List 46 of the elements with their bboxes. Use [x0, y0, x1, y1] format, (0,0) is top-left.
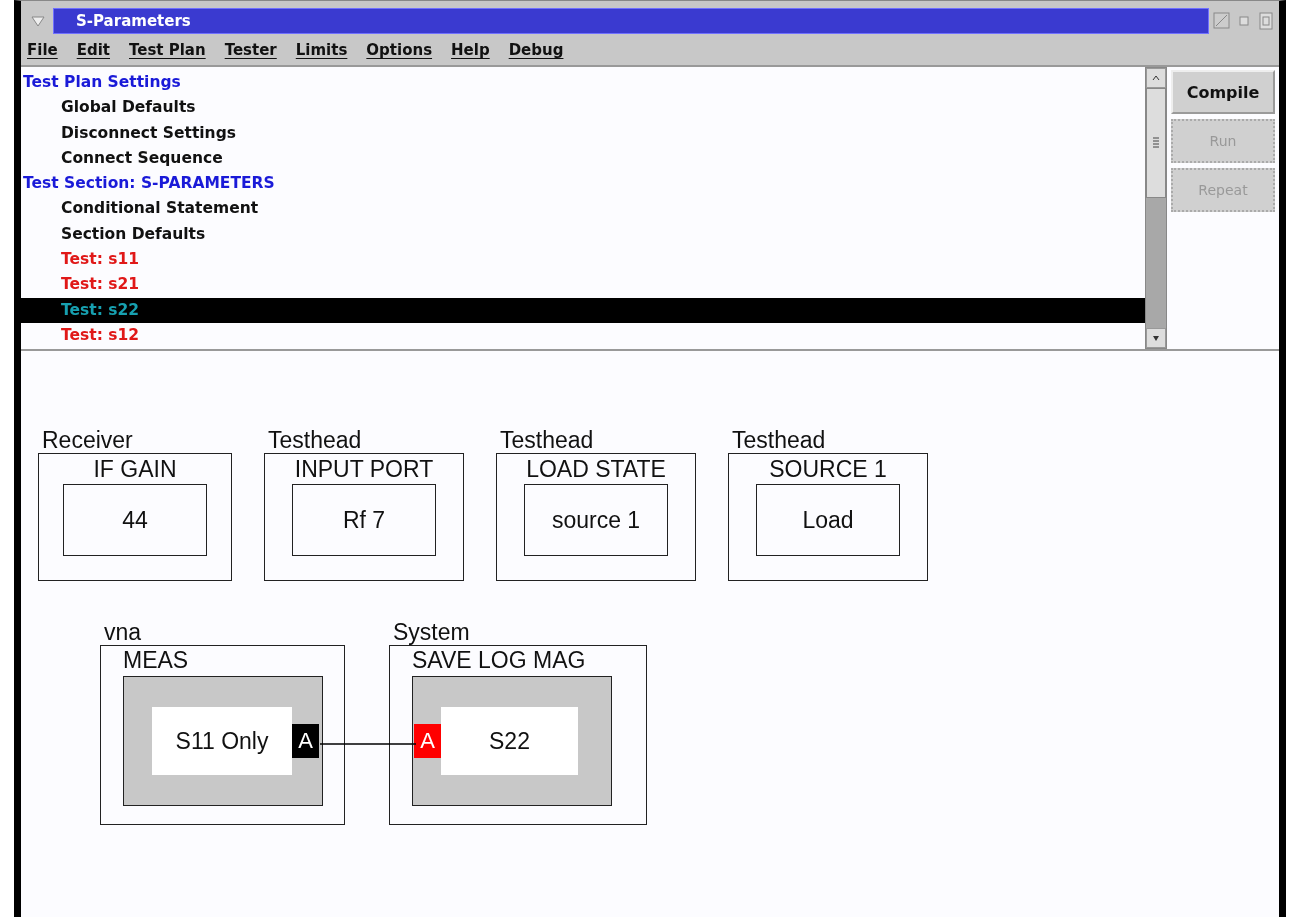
tree-item[interactable]: Test: s11	[21, 247, 1145, 273]
tree-item[interactable]: Test: s22	[21, 297, 1145, 323]
tree-item[interactable]: Section Defaults	[21, 221, 1145, 248]
block-category: Testhead	[267, 427, 363, 453]
tree-item[interactable]: Test Plan Settings	[21, 70, 1145, 96]
value-field[interactable]: S22	[441, 707, 578, 775]
block-name: IF GAIN	[93, 455, 177, 484]
maximize-icon[interactable]	[1257, 11, 1275, 31]
menu-item[interactable]: Test Plan	[129, 41, 206, 59]
tree-item[interactable]: Disconnect Settings	[21, 120, 1145, 146]
tree-item[interactable]: Global Defaults	[21, 95, 1145, 121]
menu-item[interactable]: Debug	[508, 41, 564, 59]
block-category: Receiver	[41, 427, 134, 453]
block-name: INPUT PORT	[294, 455, 434, 484]
block-category: vna	[103, 619, 143, 645]
menu-item[interactable]: Help	[451, 41, 490, 59]
block-name: SOURCE 1	[769, 455, 887, 484]
scroll-up-icon[interactable]	[1146, 68, 1166, 88]
block-category: Testhead	[499, 427, 595, 453]
value-field[interactable]: Rf 7	[292, 484, 436, 556]
block-category: Testhead	[731, 427, 827, 453]
tree-item[interactable]: Conditional Statement	[21, 196, 1145, 222]
block-category: System	[392, 619, 471, 645]
port[interactable]: A	[292, 724, 319, 758]
tree-item[interactable]: Test: s12	[21, 322, 1145, 349]
scroll-down-icon[interactable]	[1146, 328, 1166, 348]
menu-item[interactable]: Tester	[224, 41, 277, 59]
resize-icon[interactable]	[1213, 11, 1231, 31]
block-name: MEAS	[123, 646, 189, 674]
block-name: SAVE LOG MAG	[412, 646, 586, 674]
menu-item[interactable]: Edit	[76, 41, 110, 59]
tree-item[interactable]: Test Section: S-PARAMETERS	[21, 171, 1145, 197]
menu-item[interactable]: File	[27, 41, 58, 59]
value-field[interactable]: Load	[756, 484, 900, 556]
menu-item[interactable]: Options	[366, 41, 433, 59]
value-field[interactable]: source 1	[524, 484, 668, 556]
action-button[interactable]: Compile	[1171, 70, 1275, 114]
port[interactable]: A	[414, 724, 441, 758]
window-title: S-Parameters	[76, 12, 191, 30]
tree-item[interactable]: Connect Sequence	[21, 145, 1145, 172]
value-field[interactable]: S11 Only	[152, 707, 292, 775]
block-name: LOAD STATE	[526, 455, 666, 484]
value-field[interactable]: 44	[63, 484, 207, 556]
menu-item[interactable]: Limits	[295, 41, 348, 59]
tree-item[interactable]: Test: s21	[21, 272, 1145, 298]
scroll-thumb[interactable]	[1146, 88, 1166, 198]
